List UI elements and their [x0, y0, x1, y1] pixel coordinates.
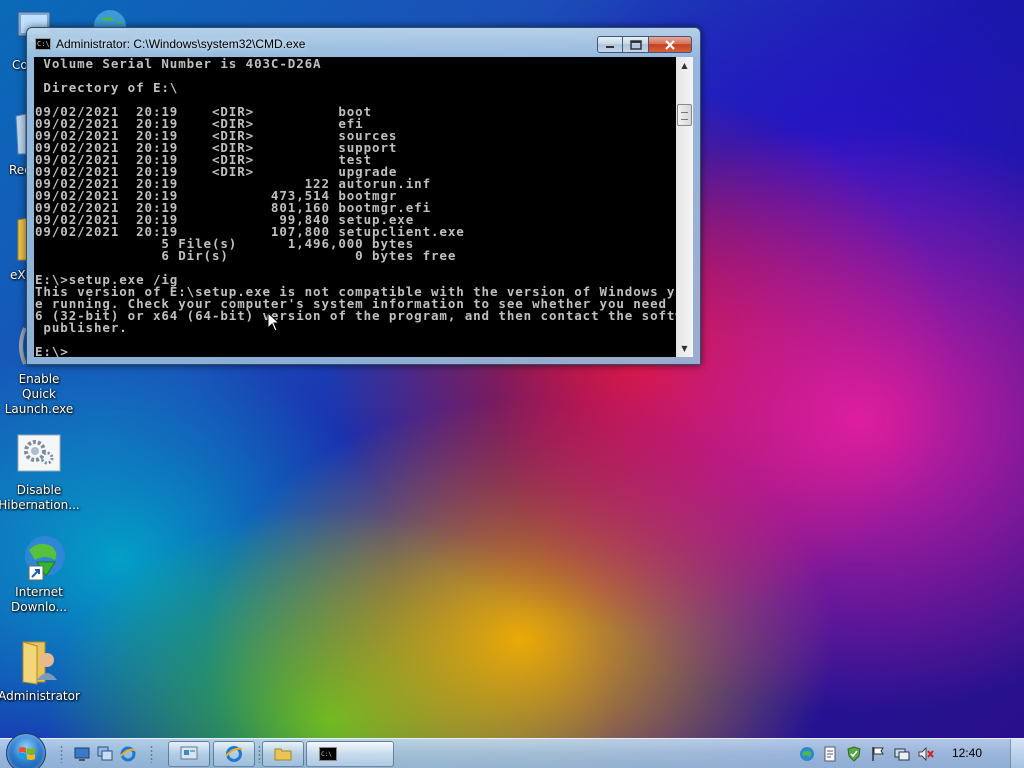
gear-document-icon: [15, 432, 63, 480]
taskbar-button-cmd[interactable]: C:\: [306, 741, 394, 767]
cmd-icon: C:\: [35, 38, 51, 50]
title-bar[interactable]: C:\ Administrator: C:\Windows\system32\C…: [27, 28, 700, 58]
cmd-icon: C:\: [319, 747, 337, 761]
close-button[interactable]: [649, 36, 692, 53]
action-center-flag-icon[interactable]: [870, 746, 886, 762]
maximize-icon: [629, 39, 642, 50]
start-button[interactable]: [6, 733, 46, 768]
taskbar-clock[interactable]: 12:40: [952, 746, 982, 760]
internet-download-manager-icon: [15, 534, 65, 582]
document-icon[interactable]: [822, 746, 838, 762]
desktop-icon-disable-hibernation[interactable]: Disable Hibernation...: [0, 432, 80, 513]
taskbar-grip[interactable]: [258, 745, 261, 763]
minimize-button[interactable]: [597, 36, 623, 53]
window-title: Administrator: C:\Windows\system32\CMD.e…: [56, 37, 306, 51]
windows-logo-icon: [19, 747, 35, 760]
desktop-icon-label: Downlo...: [11, 600, 67, 614]
internet-explorer-icon[interactable]: [120, 746, 136, 762]
security-shield-icon[interactable]: [846, 746, 862, 762]
desktop-icon-label: Administrator: [0, 689, 80, 703]
desktop-icon-enable-quick-launch[interactable]: Enable Quick Launch.exe: [0, 372, 78, 417]
console-text: Volume Serial Number is 403C-D26A Direct…: [35, 57, 676, 357]
explorer-folder-icon: [274, 748, 292, 761]
mouse-cursor-icon: [267, 312, 281, 332]
taskbar-grip[interactable]: [60, 745, 63, 763]
scrollbar-thumb[interactable]: [677, 104, 692, 126]
minimize-icon: [606, 45, 614, 48]
desktop-icon-label: Internet: [15, 585, 63, 599]
desktop-icon-label: Launch.exe: [4, 402, 74, 416]
console-output[interactable]: Volume Serial Number is 403C-D26A Direct…: [34, 57, 676, 357]
taskbar-button-internet-explorer[interactable]: [213, 741, 255, 767]
taskbar-grip[interactable]: [150, 745, 153, 763]
volume-muted-icon[interactable]: [918, 746, 934, 762]
close-icon: [665, 39, 675, 50]
desktop-icon-label: Disable: [16, 483, 62, 497]
caption-buttons: [597, 36, 692, 53]
user-folder-icon: [15, 638, 63, 686]
network-monitor-icon[interactable]: [894, 746, 910, 762]
taskbar-button-control-panel[interactable]: [168, 741, 210, 767]
network-globe-icon[interactable]: [799, 746, 815, 762]
show-desktop-button[interactable]: [1010, 739, 1024, 768]
vertical-scrollbar[interactable]: ▲ ▼: [676, 57, 693, 357]
desktop-icon-administrator[interactable]: Administrator: [0, 638, 80, 704]
internet-explorer-icon: [225, 746, 243, 762]
show-desktop-icon[interactable]: [74, 746, 90, 762]
taskbar: C:\ 12:40: [0, 733, 1024, 768]
scroll-down-arrow-icon[interactable]: ▼: [676, 340, 693, 357]
taskbar-button-explorer[interactable]: [262, 741, 304, 767]
svg-text:C:\: C:\: [321, 751, 332, 758]
maximize-button[interactable]: [623, 36, 649, 53]
control-panel-icon: [180, 746, 198, 760]
desktop-icon-label: Enable Quick: [18, 372, 60, 401]
scroll-up-arrow-icon[interactable]: ▲: [676, 57, 693, 74]
desktop-icon-label: Hibernation...: [0, 498, 80, 512]
desktop-icon-internet-download-manager[interactable]: Internet Downlo...: [0, 534, 78, 615]
cmd-window[interactable]: C:\ Administrator: C:\Windows\system32\C…: [26, 27, 701, 365]
switch-windows-icon[interactable]: [97, 746, 113, 762]
